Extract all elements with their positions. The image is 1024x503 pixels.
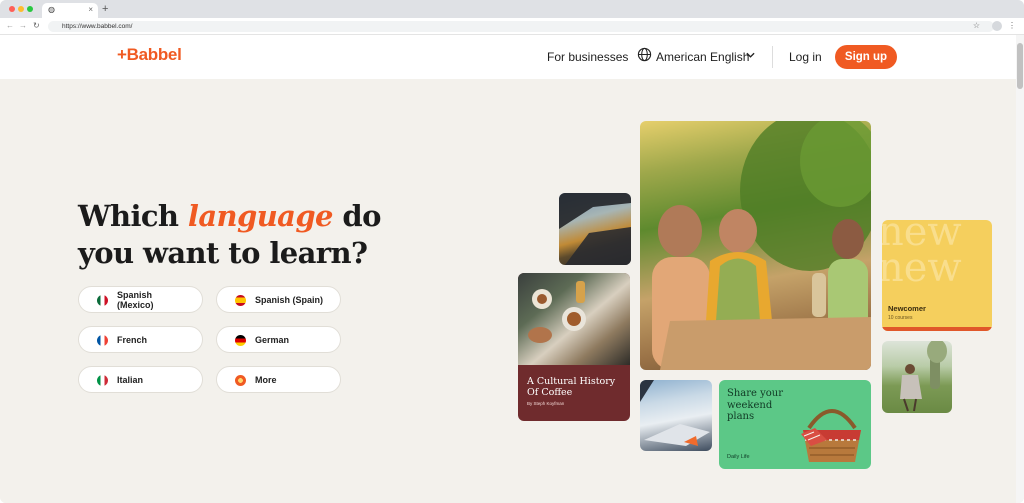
language-button-italian[interactable]: Italian (78, 366, 203, 393)
browser-toolbar: ← → ↻ https://www.babbel.com/ ☆ ⋮ (0, 18, 1024, 35)
airplane-window-photo (640, 380, 712, 451)
language-button-french[interactable]: French (78, 326, 203, 353)
header-divider (772, 46, 773, 68)
mexico-flag-icon (97, 295, 108, 306)
language-button-spanish-spain[interactable]: Spanish (Spain) (216, 286, 341, 313)
maximize-window-icon[interactable] (27, 6, 33, 12)
language-label: German (255, 334, 290, 345)
coffee-table-illustration (528, 281, 586, 343)
browser-tab[interactable]: ◍ × (42, 3, 98, 18)
person-in-field-illustration (900, 341, 947, 412)
language-button-german[interactable]: German (216, 326, 341, 353)
language-label: Spanish (Mexico) (117, 289, 154, 310)
profile-avatar[interactable] (992, 21, 1002, 31)
back-arrow-icon[interactable]: ← (6, 21, 14, 31)
language-label: More (255, 374, 277, 385)
language-label: French (117, 334, 148, 345)
scrollbar-thumb[interactable] (1017, 43, 1023, 89)
bookmark-star-icon[interactable]: ☆ (973, 21, 980, 31)
coffee-article-card[interactable]: A Cultural History Of Coffee By Steph Ko… (518, 273, 630, 421)
newcomer-title: Newcomer (888, 304, 926, 313)
close-tab-icon[interactable]: × (88, 6, 93, 14)
language-label: Italian (117, 374, 144, 385)
site-header: +Babbel For businesses American English … (0, 35, 1016, 79)
login-link[interactable]: Log in (789, 50, 822, 64)
for-businesses-link[interactable]: For businesses (547, 50, 628, 64)
people-illustration (652, 121, 871, 370)
weekend-card-tag: Daily Life (727, 454, 750, 460)
newcomer-course-count: 10 courses (888, 315, 913, 321)
page-scrollbar[interactable] (1016, 35, 1024, 503)
car-window-photo (559, 193, 631, 265)
people-toasting-photo (640, 121, 871, 370)
chevron-down-icon[interactable] (746, 52, 755, 59)
airplane-wing-illustration (640, 380, 710, 446)
picnic-basket-icon (801, 409, 861, 462)
more-languages-icon (235, 375, 246, 386)
globe-icon (637, 47, 652, 62)
language-selector[interactable]: American English (656, 50, 749, 64)
hero-heading: Which language do you want to learn? (78, 198, 438, 272)
weekend-plans-card[interactable]: Share your weekend plans Daily Life (719, 380, 871, 469)
field-portrait-photo (882, 341, 952, 413)
close-window-icon[interactable] (9, 6, 15, 12)
url-text: https://www.babbel.com/ (62, 23, 133, 30)
newcomer-card[interactable]: new new Newcomer 10 courses (882, 220, 992, 331)
language-button-more[interactable]: More (216, 366, 341, 393)
weekend-card-title: Share your weekend plans (727, 388, 784, 422)
forward-arrow-icon[interactable]: → (19, 21, 27, 31)
hero-title-before: Which (78, 199, 188, 233)
coffee-photo (518, 273, 630, 365)
page-content: +Babbel For businesses American English … (0, 35, 1024, 503)
new-tab-button[interactable]: + (102, 3, 108, 15)
address-bar[interactable]: https://www.babbel.com/ (48, 21, 994, 32)
browser-window: ◍ × + ← → ↻ https://www.babbel.com/ ☆ ⋮ … (0, 0, 1024, 503)
signup-button[interactable]: Sign up (835, 45, 897, 69)
germany-flag-icon (235, 335, 246, 346)
car-window-shape (559, 193, 631, 265)
globe-icon: ◍ (48, 5, 55, 14)
language-label: Spanish (Spain) (255, 294, 324, 305)
italy-flag-icon (97, 375, 108, 386)
tab-bar: ◍ × + (0, 0, 1024, 18)
hero-title-accent: language (187, 199, 334, 233)
newcomer-progress-bar (882, 327, 992, 331)
reload-icon[interactable]: ↻ (33, 21, 40, 31)
coffee-article-author: By Steph Koyfman (527, 401, 565, 406)
babbel-logo[interactable]: +Babbel (117, 45, 182, 65)
newcomer-watermark: new new (882, 220, 962, 291)
language-button-spanish-mexico[interactable]: Spanish (Mexico) (78, 286, 203, 313)
menu-dots-icon[interactable]: ⋮ (1008, 21, 1016, 31)
france-flag-icon (97, 335, 108, 346)
spain-flag-icon (235, 295, 246, 306)
coffee-article-title: A Cultural History Of Coffee (527, 376, 616, 398)
minimize-window-icon[interactable] (18, 6, 24, 12)
